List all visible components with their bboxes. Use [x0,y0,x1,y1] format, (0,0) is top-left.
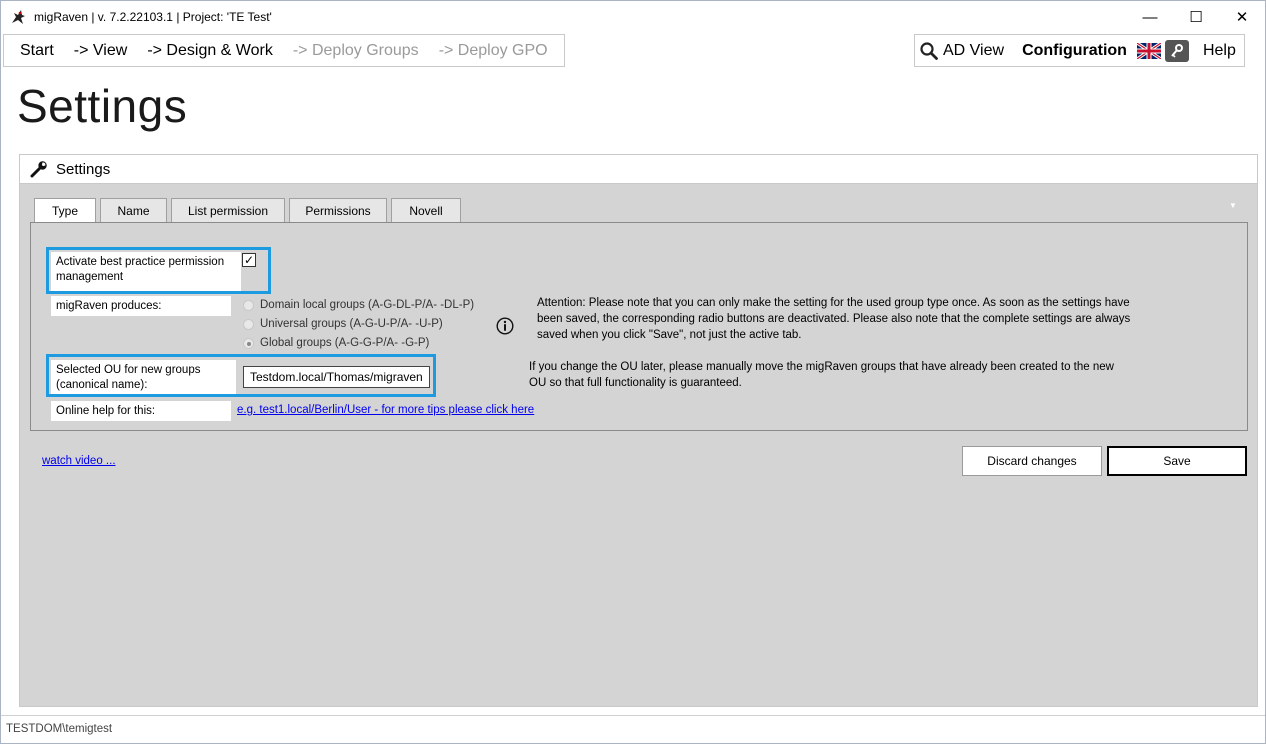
radio-global[interactable]: Global groups (A-G-G-P/A- -G-P) [243,337,429,349]
nav-deploy-gpo: -> Deploy GPO [438,41,548,59]
settings-panel-header: Settings [20,155,1257,184]
radio-circle[interactable] [243,299,254,311]
search-icon[interactable] [919,41,939,61]
nav-deploy-groups: -> Deploy Groups [292,41,419,59]
settings-panel: Settings ▼ Type Name List permission Per… [19,154,1258,707]
top-right-nav: AD View Configuration Help [914,34,1245,67]
tab-type[interactable]: Type [34,198,96,223]
uk-flag-icon[interactable] [1136,42,1161,59]
radio-label: Global groups (A-G-G-P/A- -G-P) [260,337,430,349]
page-title: Settings [17,80,188,132]
online-help-link[interactable]: e.g. test1.local/Berlin/User - for more … [237,404,534,416]
title-bar: migRaven | v. 7.2.22103.1 | Project: 'TE… [1,1,1265,33]
online-help-label: Online help for this: [51,401,231,421]
configuration-link[interactable]: Configuration [1022,42,1127,60]
raven-logo-icon [12,10,25,24]
nav-design-work[interactable]: -> Design & Work [147,42,273,60]
maximize-button[interactable]: ☐ [1173,1,1219,33]
minimize-button[interactable]: — [1127,1,1173,33]
nav-start[interactable]: Start [20,42,54,60]
tab-novell[interactable]: Novell [391,198,461,222]
radio-universal[interactable]: Universal groups (A-G-U-P/A- -U-P) [243,318,443,330]
radio-circle-selected[interactable] [243,337,254,349]
radio-label: Universal groups (A-G-U-P/A- -U-P) [260,318,443,330]
wrench-icon [30,161,47,178]
discard-changes-button[interactable]: Discard changes [962,446,1102,476]
current-user: TESTDOM\temigtest [6,723,113,735]
license-key-icon[interactable] [1164,39,1189,62]
settings-tabs: Type Name List permission Permissions No… [34,198,465,223]
ad-view-link[interactable]: AD View [943,42,1004,60]
window-title: migRaven | v. 7.2.22103.1 | Project: 'TE… [34,10,272,24]
best-practice-highlight [46,247,271,294]
produces-label: migRaven produces: [51,296,231,316]
tab-name[interactable]: Name [100,198,167,222]
status-bar: TESTDOM\temigtest [1,715,1265,743]
tab-list-permission[interactable]: List permission [171,198,285,222]
save-button[interactable]: Save [1107,446,1247,476]
scroll-down-icon[interactable]: ▼ [1229,201,1237,210]
close-button[interactable]: ✕ [1219,1,1265,33]
tab-content-type: Activate best practice permission manage… [30,222,1248,431]
radio-domain-local[interactable]: Domain local groups (A-G-DL-P/A- -DL-P) [243,299,474,311]
tab-permissions[interactable]: Permissions [289,198,387,222]
radio-label: Domain local groups (A-G-DL-P/A- -DL-P) [260,299,475,311]
info-icon [496,317,514,335]
ou-highlight [46,354,436,397]
ou-note: If you change the OU later, please manua… [529,361,1114,389]
settings-panel-title: Settings [56,160,111,178]
attention-note: Attention: Please note that you can only… [537,297,1131,341]
nav-view[interactable]: -> View [74,42,128,60]
help-link[interactable]: Help [1203,42,1236,60]
workflow-nav: Start -> View -> Design & Work -> Deploy… [3,34,565,67]
watch-video-link[interactable]: watch video ... [42,455,116,467]
radio-circle[interactable] [243,318,254,330]
app-window: migRaven | v. 7.2.22103.1 | Project: 'TE… [0,0,1266,744]
